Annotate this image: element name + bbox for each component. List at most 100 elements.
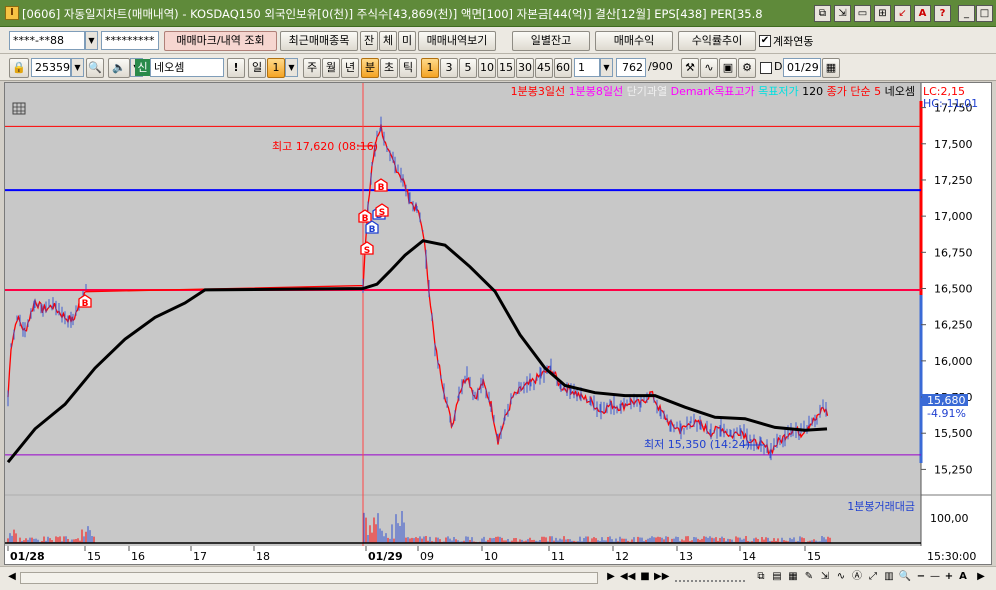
zoom-in-icon[interactable]: + (942, 569, 956, 586)
account-select[interactable]: ****-**88 (9, 31, 85, 50)
account-toolbar: ****-**88 ▼ ********* 매매마크/내역 조회 최근매매종목 … (0, 27, 996, 54)
forward-icon[interactable]: ▶▶ (654, 569, 669, 586)
stock-code-field[interactable]: 253590 (31, 58, 71, 77)
chevron-down-icon[interactable]: ▼ (85, 31, 98, 50)
period-day-button[interactable]: 일 (248, 58, 266, 78)
daily-balance-button[interactable]: 일별잔고 (512, 31, 590, 51)
period-dropdown-icon[interactable]: ▼ (285, 58, 298, 77)
price-tick-label: 16,750 (934, 246, 973, 259)
font-icon[interactable]: A (914, 5, 931, 22)
calendar-icon[interactable]: ▦ (822, 58, 840, 78)
stop-icon[interactable]: ■ (638, 569, 652, 586)
period-day-number[interactable]: 1 (267, 58, 285, 78)
speed-slider[interactable] (675, 574, 745, 582)
font-size-icon[interactable]: A (956, 569, 970, 586)
price-axis-bg (921, 83, 991, 546)
signal-label: B (369, 225, 376, 235)
account-link-checkbox[interactable]: ✔ (759, 35, 771, 47)
legend-item-7: 네오셈 (881, 85, 915, 98)
period-minute-button[interactable]: 분 (361, 58, 379, 78)
time-label: 11 (551, 550, 565, 563)
alert-button[interactable]: ! (227, 58, 245, 78)
interval-30[interactable]: 30 (516, 58, 534, 78)
speaker-icon[interactable]: 🔈 (108, 58, 130, 78)
time-right-label: 15:30:00 (927, 550, 976, 563)
return-trend-button[interactable]: 수익률추이 (678, 31, 756, 51)
period-month-button[interactable]: 월 (322, 58, 340, 78)
date-checkbox[interactable] (760, 62, 772, 74)
window-title: [0606] 자동일지차트(매매내역) - KOSDAQ150 외국인보유[0(… (22, 7, 763, 21)
interval-1[interactable]: 1 (421, 58, 439, 78)
table-icon[interactable]: ▦ (786, 569, 800, 586)
time-axis-bg (5, 546, 991, 564)
maximize-button[interactable]: □ (976, 5, 993, 22)
scroll-left-icon[interactable]: ◀ (5, 569, 19, 586)
tile-icon[interactable]: ⧉ (814, 5, 831, 22)
link-icon[interactable]: ⇲ (834, 5, 851, 22)
interval-select[interactable]: 1 (574, 58, 600, 77)
price-tick-label: 17,250 (934, 174, 973, 187)
tab-executed[interactable]: 체 (379, 31, 397, 51)
rewind-icon[interactable]: ◀◀ (620, 569, 635, 586)
time-label: 01/29 (368, 550, 403, 563)
date-checkbox-label: D (774, 60, 783, 73)
play-icon[interactable]: ▶ (604, 569, 618, 586)
password-field[interactable]: ********* (101, 31, 159, 50)
tools-icon[interactable]: ⚒ (681, 58, 699, 78)
interval-15[interactable]: 15 (497, 58, 515, 78)
cursor-icon[interactable]: ⤢ (866, 569, 880, 586)
scroll-track[interactable] (20, 572, 598, 584)
period-tick-button[interactable]: 틱 (399, 58, 417, 78)
gear-icon[interactable]: ⚙ (738, 58, 756, 78)
code-dropdown-icon[interactable]: ▼ (71, 58, 84, 77)
tab-balance[interactable]: 잔 (360, 31, 378, 51)
price-tick-label: 17,000 (934, 210, 973, 223)
date-field[interactable]: 01/29 (783, 58, 821, 77)
dash-icon[interactable]: — (928, 569, 942, 586)
trade-history-button[interactable]: 매매내역보기 (418, 31, 496, 51)
volume-legend: 1분봉거래대금 (847, 500, 915, 513)
text-tool-icon[interactable]: Ⓐ (850, 569, 864, 586)
trade-marks-button[interactable]: 매매마크/내역 조회 (164, 31, 277, 51)
tab-pending[interactable]: 미 (398, 31, 416, 51)
legend-item-1: 1분봉8일선 (565, 84, 623, 98)
measure-icon[interactable]: ⇲ (818, 569, 832, 586)
layout-icon[interactable]: ⧉ (754, 569, 768, 586)
count-field[interactable]: 762 (616, 58, 646, 77)
status-bar: ◀ ▶ ◀◀ ■ ▶▶ ⧉ ▤ ▦ ✎ ⇲ ∿ Ⓐ ⤢ ▥ 🔍 − — + A … (0, 566, 996, 590)
indicator-icon[interactable]: ∿ (700, 58, 718, 78)
period-second-button[interactable]: 초 (380, 58, 398, 78)
legend-item-5: 120 (799, 85, 824, 98)
scroll-right-icon[interactable]: ▶ (974, 569, 988, 586)
help-icon[interactable]: ? (934, 5, 951, 22)
chart-frame: BBBSBSB 17,75017,50017,25017,00016,75016… (4, 82, 992, 565)
current-change: -4.91% (927, 407, 966, 420)
draw-icon[interactable]: ✎ (802, 569, 816, 586)
search-icon[interactable]: 🔍 (86, 58, 104, 78)
period-week-button[interactable]: 주 (303, 58, 321, 78)
interval-5[interactable]: 5 (459, 58, 477, 78)
lock-icon[interactable]: 🔒 (9, 58, 29, 78)
screen-icon[interactable]: ▭ (854, 5, 871, 22)
split-icon[interactable]: ▤ (770, 569, 784, 586)
pin-icon[interactable]: ↙ (894, 5, 911, 22)
zoom-out-icon[interactable]: − (914, 569, 928, 586)
recent-trades-button[interactable]: 최근매매종목 (280, 31, 358, 51)
price-chart[interactable]: BBBSBSB 17,75017,50017,25017,00016,75016… (5, 83, 991, 564)
save-icon[interactable]: ▣ (719, 58, 737, 78)
layout-icon[interactable]: ⊞ (874, 5, 891, 22)
signal-label: S (364, 246, 370, 256)
legend-item-2: 단기과열 (623, 85, 667, 98)
zoom-icon[interactable]: 🔍 (898, 569, 912, 586)
wave-icon[interactable]: ∿ (834, 569, 848, 586)
stock-name-field[interactable]: 네오셈 (150, 58, 224, 77)
period-year-button[interactable]: 년 (341, 58, 359, 78)
interval-60[interactable]: 60 (554, 58, 572, 78)
chart-type-icon[interactable]: ▥ (882, 569, 896, 586)
trade-profit-button[interactable]: 매매수익 (595, 31, 673, 51)
interval-10[interactable]: 10 (478, 58, 496, 78)
minimize-button[interactable]: _ (958, 5, 975, 22)
interval-3[interactable]: 3 (440, 58, 458, 78)
interval-45[interactable]: 45 (535, 58, 553, 78)
interval-dropdown-icon[interactable]: ▼ (600, 58, 613, 77)
